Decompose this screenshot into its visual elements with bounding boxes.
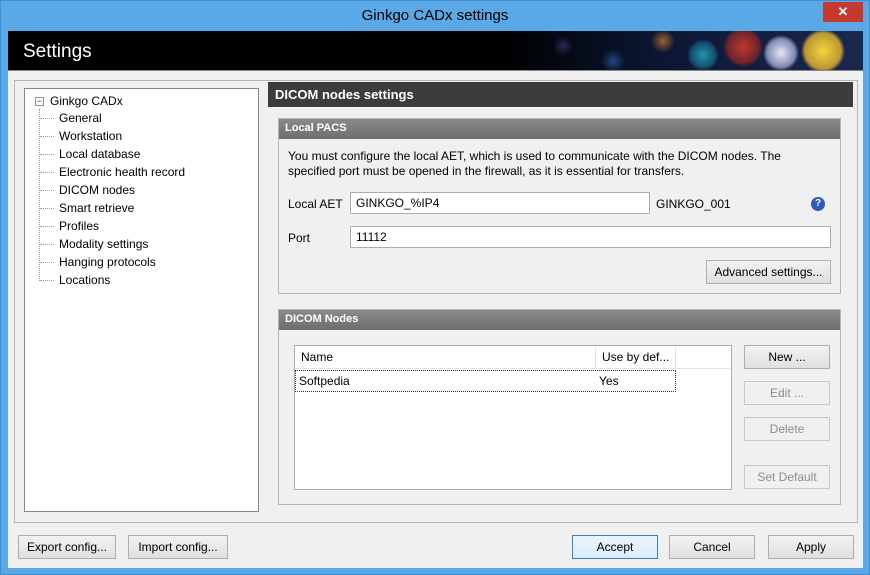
collapse-icon[interactable]: − <box>35 97 44 106</box>
tree-connector <box>39 109 40 281</box>
dicom-nodes-group: DICOM Nodes Name Use by def... Softpedia… <box>278 309 841 505</box>
table-row[interactable]: Softpedia Yes <box>295 370 676 392</box>
settings-window: Ginkgo CADx settings ✕ Settings − Ginkgo… <box>0 0 870 575</box>
local-aet-input[interactable] <box>350 192 650 214</box>
tree-item-general[interactable]: General <box>40 109 102 127</box>
import-config-button[interactable]: Import config... <box>128 535 228 559</box>
local-pacs-description: You must configure the local AET, which … <box>288 149 781 178</box>
client-area: Settings − Ginkgo CADx General Workstati… <box>8 31 863 568</box>
tree-item-profiles[interactable]: Profiles <box>39 217 99 235</box>
help-icon[interactable]: ? <box>811 197 825 211</box>
dicom-nodes-table[interactable]: Name Use by def... Softpedia Yes <box>294 345 732 490</box>
title-bar: Ginkgo CADx settings ✕ <box>1 1 869 31</box>
content-pane: DICOM nodes settings Local PACS You must… <box>268 82 853 517</box>
tree-item-workstation[interactable]: Workstation <box>39 127 122 145</box>
new-node-button[interactable]: New ... <box>744 345 830 369</box>
column-header-use-by-default[interactable]: Use by def... <box>596 346 676 369</box>
accept-button[interactable]: Accept <box>572 535 658 559</box>
tree-item-modality-settings[interactable]: Modality settings <box>39 235 148 253</box>
main-panel: − Ginkgo CADx General Workstation Local … <box>14 80 858 523</box>
cancel-button[interactable]: Cancel <box>669 535 755 559</box>
settings-banner: Settings <box>8 31 863 71</box>
local-pacs-title: Local PACS <box>279 119 840 139</box>
dicom-nodes-title: DICOM Nodes <box>279 310 840 330</box>
content-title: DICOM nodes settings <box>268 82 853 107</box>
tree-item-electronic-health-record[interactable]: Electronic health record <box>39 163 185 181</box>
banner-decoration <box>503 31 863 70</box>
table-header: Name Use by def... <box>295 346 731 369</box>
export-config-button[interactable]: Export config... <box>18 535 116 559</box>
tree-root-label[interactable]: Ginkgo CADx <box>50 94 123 108</box>
port-input[interactable] <box>350 226 831 248</box>
apply-button[interactable]: Apply <box>768 535 854 559</box>
local-pacs-group: Local PACS You must configure the local … <box>278 118 841 294</box>
close-icon[interactable]: ✕ <box>823 2 863 22</box>
edit-node-button[interactable]: Edit ... <box>744 381 830 405</box>
tree-item-smart-retrieve[interactable]: Smart retrieve <box>39 199 134 217</box>
tree-item-locations[interactable]: Locations <box>39 271 110 289</box>
advanced-settings-button[interactable]: Advanced settings... <box>706 260 831 284</box>
delete-node-button[interactable]: Delete <box>744 417 830 441</box>
column-header-name[interactable]: Name <box>295 346 596 369</box>
tree-item-dicom-nodes[interactable]: DICOM nodes <box>39 181 135 199</box>
local-aet-label: Local AET <box>288 197 343 211</box>
port-label: Port <box>288 231 311 245</box>
set-default-button[interactable]: Set Default <box>744 465 830 489</box>
row-default-cell: Yes <box>599 374 619 388</box>
window-title: Ginkgo CADx settings <box>361 7 509 24</box>
local-aet-resolved: GINKGO_001 <box>656 197 731 211</box>
banner-heading: Settings <box>23 41 92 62</box>
row-name-cell: Softpedia <box>299 374 350 388</box>
tree-item-hanging-protocols[interactable]: Hanging protocols <box>40 253 156 271</box>
tree-item-local-database[interactable]: Local database <box>39 145 140 163</box>
settings-tree[interactable]: − Ginkgo CADx General Workstation Local … <box>24 88 259 512</box>
